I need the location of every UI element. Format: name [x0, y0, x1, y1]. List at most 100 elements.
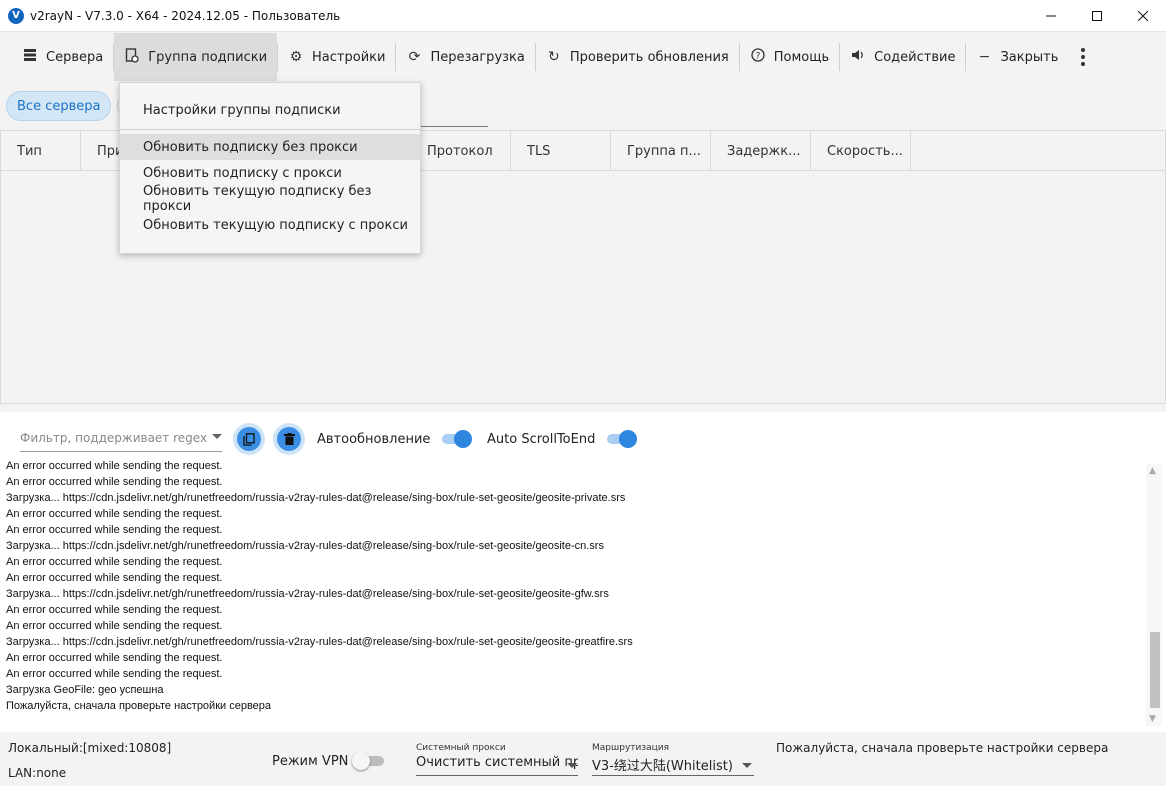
help-icon: ?	[750, 48, 766, 66]
chevron-down-icon	[212, 434, 222, 439]
svg-text:?: ?	[755, 52, 760, 62]
close-window-button[interactable]	[1120, 0, 1166, 32]
minus-icon: −	[978, 49, 991, 65]
group-chip-all[interactable]: Все сервера	[6, 91, 112, 121]
window-controls	[1028, 0, 1166, 32]
log-toolbar: Фильтр, поддерживает regex Автообновлени…	[0, 412, 1166, 462]
status-message: Пожалуйста, сначала проверьте настройки …	[776, 741, 1109, 755]
log-line: Загрузка... https://cdn.jsdelivr.net/gh/…	[6, 540, 604, 552]
subscription-group-button[interactable]: Группа подписки	[114, 33, 278, 81]
routing-select[interactable]: V3-绕过大陆(Whitelist)	[592, 755, 754, 776]
system-proxy-value: Очистить системный пр	[416, 755, 578, 770]
routing-caption: Маршрутизация	[592, 743, 670, 753]
column-header-sub-group[interactable]: Группа п...	[611, 131, 711, 171]
menu-item-update-with-proxy[interactable]: Обновить подписку с прокси	[120, 160, 420, 186]
settings-button[interactable]: ⚙ Настройки	[278, 33, 395, 81]
vpn-mode-toggle[interactable]	[352, 752, 386, 770]
menu-item-subscription-settings[interactable]: Настройки группы подписки	[120, 97, 420, 123]
log-line: An error occurred while sending the requ…	[6, 476, 223, 488]
subscription-group-menu: Настройки группы подписки Обновить подпи…	[119, 82, 421, 254]
scroll-up-icon[interactable]: ▲	[1149, 466, 1156, 476]
column-header-speed[interactable]: Скорость...	[811, 131, 911, 171]
speaker-icon	[850, 48, 866, 66]
server-search-input[interactable]	[420, 126, 488, 127]
log-line: An error occurred while sending the requ…	[6, 508, 223, 520]
scroll-down-icon[interactable]: ▼	[1149, 714, 1156, 724]
log-output: An error occurred while sending the requ…	[0, 458, 1146, 730]
support-label: Содействие	[874, 49, 956, 65]
close-icon	[1138, 11, 1148, 21]
minimize-button[interactable]	[1028, 0, 1074, 32]
log-line: An error occurred while sending the requ…	[6, 524, 223, 536]
reload-label: Перезагрузка	[430, 49, 525, 65]
gear-icon: ⚙	[289, 49, 303, 65]
auto-refresh-toggle[interactable]	[440, 430, 472, 448]
close-app-label: Закрыть	[1000, 49, 1059, 65]
log-line: Загрузка... https://cdn.jsdelivr.net/gh/…	[6, 588, 609, 600]
log-scrollbar[interactable]: ▲ ▼	[1146, 464, 1162, 726]
help-button[interactable]: ? Помощь	[740, 33, 839, 81]
menu-item-update-current-with-proxy[interactable]: Обновить текущую подписку с прокси	[120, 212, 420, 238]
scrollbar-thumb[interactable]	[1150, 632, 1160, 708]
title-bar: V v2rayN - V7.3.0 - X64 - 2024.12.05 - П…	[0, 0, 1166, 32]
log-filter-placeholder: Фильтр, поддерживает regex	[20, 431, 208, 445]
log-line: An error occurred while sending the requ…	[6, 556, 223, 568]
reload-icon: ⟳	[408, 49, 421, 65]
close-app-button[interactable]: − Закрыть	[966, 33, 1068, 81]
local-port-status: Локальный:[mixed:10808]	[8, 741, 172, 755]
subscription-group-label: Группа подписки	[148, 49, 268, 65]
trash-icon	[283, 433, 295, 445]
reload-button[interactable]: ⟳ Перезагрузка	[396, 33, 534, 81]
window-title: v2rayN - V7.3.0 - X64 - 2024.12.05 - Пол…	[30, 8, 341, 23]
menu-item-update-no-proxy[interactable]: Обновить подписку без прокси	[120, 134, 420, 160]
menu-item-update-current-no-proxy[interactable]: Обновить текущую подписку без прокси	[120, 184, 420, 214]
check-updates-label: Проверить обновления	[569, 49, 729, 65]
log-line: Загрузка... https://cdn.jsdelivr.net/gh/…	[6, 636, 633, 648]
log-filter-input[interactable]: Фильтр, поддерживает regex	[20, 428, 222, 452]
status-bar: Локальный:[mixed:10808] LAN:none Режим V…	[0, 734, 1166, 786]
servers-label: Сервера	[46, 49, 104, 65]
system-proxy-select[interactable]: Очистить системный пр	[416, 755, 578, 776]
log-line: An error occurred while sending the requ…	[6, 668, 223, 680]
column-header-protocol[interactable]: Протокол	[411, 131, 511, 171]
more-menu-button[interactable]	[1068, 48, 1098, 66]
settings-label: Настройки	[312, 49, 386, 65]
column-header-tls[interactable]: TLS	[511, 131, 611, 171]
vpn-mode-label: Режим VPN	[272, 754, 349, 769]
update-icon: ↻	[548, 49, 560, 65]
help-label: Помощь	[773, 49, 830, 65]
log-line: Загрузка... https://cdn.jsdelivr.net/gh/…	[6, 492, 626, 504]
log-panel: Фильтр, поддерживает regex Автообновлени…	[0, 412, 1166, 732]
auto-scroll-toggle[interactable]	[605, 430, 637, 448]
subscription-icon	[124, 47, 140, 67]
more-dots-icon	[1081, 48, 1086, 52]
maximize-button[interactable]	[1074, 0, 1120, 32]
maximize-icon	[1092, 11, 1102, 21]
system-proxy-caption: Системный прокси	[416, 743, 506, 753]
lan-status: LAN:none	[8, 766, 67, 780]
app-logo-icon: V	[8, 7, 24, 24]
log-line: An error occurred while sending the requ…	[6, 604, 223, 616]
log-line: Загрузка GeoFile: geo успешна	[6, 684, 164, 696]
clear-log-button[interactable]	[277, 427, 301, 451]
routing-value: V3-绕过大陆(Whitelist)	[592, 759, 733, 774]
server-icon	[22, 48, 38, 66]
check-updates-button[interactable]: ↻ Проверить обновления	[536, 33, 739, 81]
auto-scroll-label: Auto ScrollToEnd	[487, 432, 596, 447]
log-line: An error occurred while sending the requ…	[6, 460, 223, 472]
menu-separator	[120, 129, 420, 130]
copy-log-button[interactable]	[237, 427, 261, 451]
column-header-type[interactable]: Тип	[1, 131, 81, 171]
auto-refresh-label: Автообновление	[317, 432, 431, 447]
log-line: Пожалуйста, сначала проверьте настройки …	[6, 700, 272, 712]
log-line: An error occurred while sending the requ…	[6, 652, 223, 664]
chevron-down-icon	[742, 763, 752, 768]
column-header-latency[interactable]: Задержк...	[711, 131, 811, 171]
servers-button[interactable]: Сервера	[12, 33, 113, 81]
log-line: An error occurred while sending the requ…	[6, 620, 223, 632]
minimize-icon	[1046, 15, 1056, 17]
log-line: An error occurred while sending the requ…	[6, 572, 223, 584]
chevron-down-icon	[567, 763, 577, 768]
main-toolbar: Сервера Группа подписки ⚙ Настройки ⟳ Пе…	[0, 32, 1166, 82]
support-button[interactable]: Содействие	[840, 33, 965, 81]
